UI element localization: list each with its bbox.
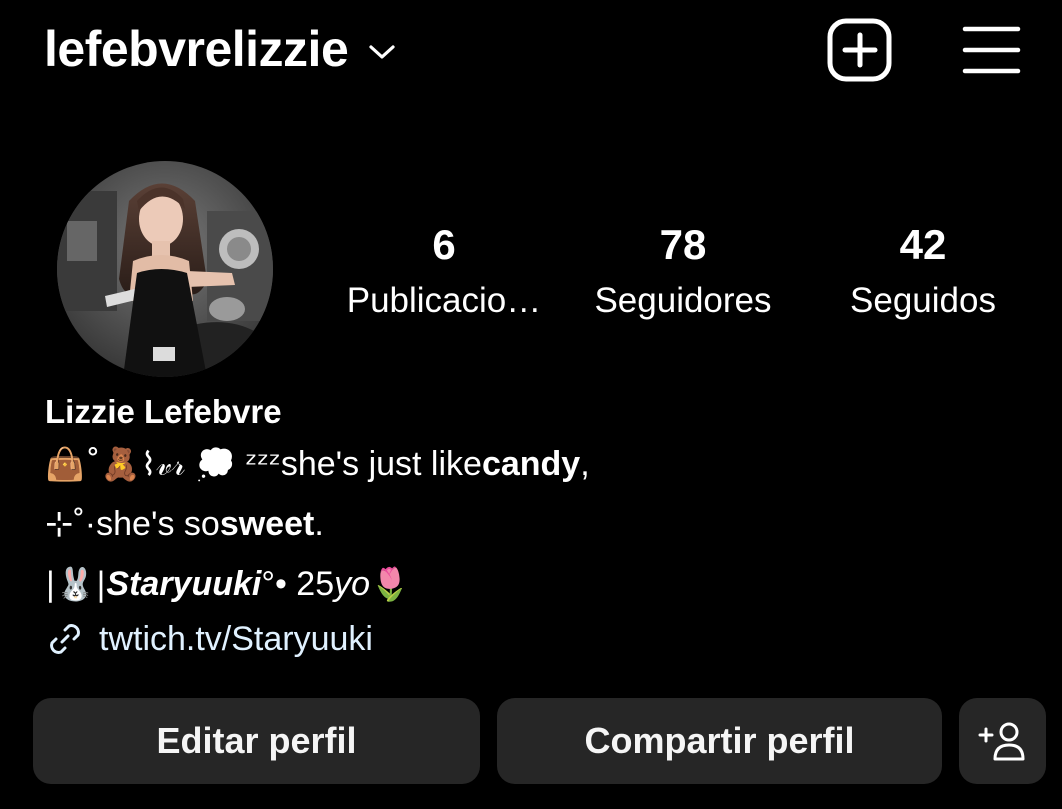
bio-line-1: 👜˚🧸⌇𝓋𝓇 💭 ᶻᶻᶻ she's just like candy,	[45, 434, 1025, 494]
following-label: Seguidos	[850, 281, 996, 320]
profile-stats: 6 Publicacio… 78 Seguidores 42 Seguidos	[330, 218, 1030, 338]
posts-label: Publicacio…	[346, 281, 542, 320]
account-switcher[interactable]: lefebvrelizzie	[44, 18, 396, 80]
full-name: Lizzie Lefebvre	[45, 393, 282, 430]
bio-line-1-prefix: 👜˚🧸⌇𝓋𝓇 💭 ᶻᶻᶻ	[45, 445, 281, 483]
avatar-photo	[57, 161, 273, 377]
stat-following[interactable]: 42 Seguidos	[808, 218, 1038, 330]
chevron-down-icon	[369, 45, 395, 59]
following-count: 42	[899, 221, 947, 268]
bio-line-3-italic: yo	[334, 565, 371, 603]
avatar[interactable]	[57, 161, 273, 377]
username: lefebvrelizzie	[44, 21, 349, 77]
top-bar: lefebvrelizzie	[0, 0, 1062, 100]
followers-label: Seguidores	[594, 281, 772, 320]
bio-line-3-handle: Staryuuki	[106, 565, 262, 603]
profile-bio: Lizzie Lefebvre 👜˚🧸⌇𝓋𝓇 💭 ᶻᶻᶻ she's just …	[45, 390, 1025, 614]
bio-line-2-prefix: ⊹˚·	[45, 505, 97, 543]
tulip-emoji: 🌷	[370, 565, 410, 603]
new-post-button[interactable]	[826, 17, 894, 83]
bio-line-2-bold: sweet	[219, 505, 315, 543]
stat-posts[interactable]: 6 Publicacio…	[329, 218, 559, 330]
link-icon	[50, 624, 80, 654]
link-text: twtich.tv/Staryuuki	[99, 620, 373, 658]
bio-line-1-bold: candy	[481, 445, 581, 483]
bio-line-2-text: she's so	[96, 505, 220, 543]
followers-count: 78	[659, 221, 707, 268]
hamburger-menu-icon[interactable]	[958, 20, 1024, 80]
add-person-button[interactable]	[959, 698, 1046, 784]
add-person-icon	[978, 722, 1024, 761]
bio-line-1-after: ,	[580, 445, 590, 483]
posts-count: 6	[432, 221, 456, 268]
bio-line-3-mid: °• 25	[261, 565, 335, 603]
bio-line-2: ⊹˚· she's so sweet.	[45, 494, 1025, 554]
profile-link[interactable]: twtich.tv/Staryuuki	[45, 614, 373, 664]
bio-line-1-text: she's just like	[280, 445, 482, 483]
share-profile-button[interactable]: Compartir perfil	[497, 698, 942, 784]
bio-line-3: |🐰| Staryuuki °• 25 yo 🌷	[45, 554, 1025, 614]
edit-profile-button[interactable]: Editar perfil	[33, 698, 480, 784]
bio-line-3-prefix: |🐰|	[45, 565, 107, 603]
stat-followers[interactable]: 78 Seguidores	[568, 218, 798, 330]
bio-line-2-after: .	[314, 505, 324, 543]
